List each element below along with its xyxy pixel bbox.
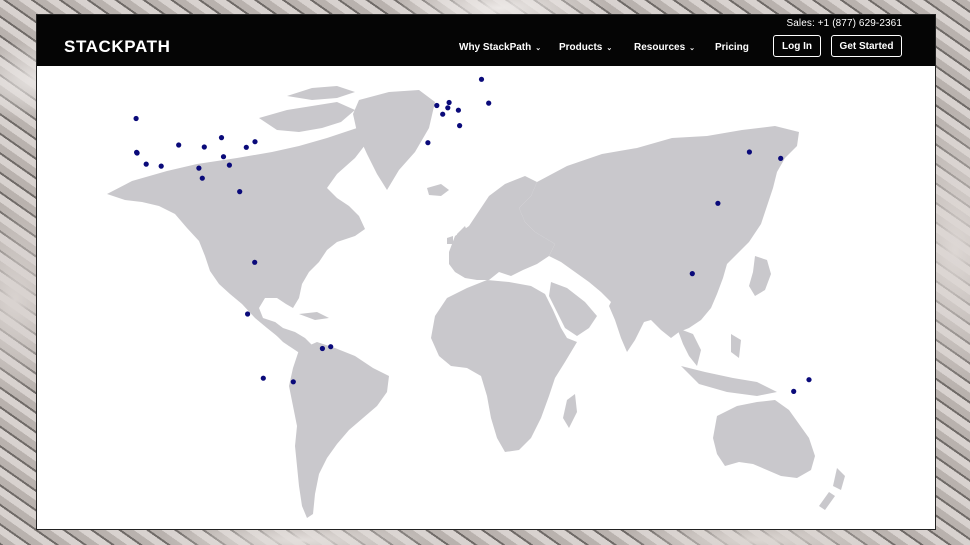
nav-label: Pricing xyxy=(715,42,749,53)
ireland xyxy=(447,236,453,244)
caribbean xyxy=(299,312,329,320)
australia xyxy=(713,400,815,478)
new-zealand xyxy=(833,468,845,490)
pop-marker-nashville[interactable] xyxy=(220,154,227,160)
login-button[interactable]: Log In xyxy=(773,35,821,57)
pop-marker-phoenix[interactable] xyxy=(158,163,164,169)
pop-marker-kansas-city[interactable] xyxy=(201,144,207,150)
pop-marker-miami[interactable] xyxy=(237,189,243,195)
pop-marker-stockholm[interactable] xyxy=(478,76,485,82)
pop-marker-new-york[interactable] xyxy=(252,139,258,145)
pop-marker-frankfurt[interactable] xyxy=(455,107,461,113)
pop-marker-sydney[interactable] xyxy=(806,377,812,383)
nav-resources[interactable]: Resources ⌄ xyxy=(634,42,695,53)
iceland xyxy=(427,184,449,196)
world-map xyxy=(37,66,935,529)
chevron-down-icon: ⌄ xyxy=(689,44,696,52)
nav-pricing[interactable]: Pricing xyxy=(715,42,749,53)
pop-marker-milan[interactable] xyxy=(457,123,463,129)
pop-marker-santiago[interactable] xyxy=(260,375,266,381)
pop-marker-denver[interactable] xyxy=(176,142,182,148)
philippines xyxy=(731,334,741,358)
top-navbar: Sales: +1 (877) 629-2361 STACKPATH Why S… xyxy=(37,15,935,66)
pop-marker-hong-kong[interactable] xyxy=(715,200,721,206)
greenland xyxy=(353,90,435,190)
pop-marker-paris[interactable] xyxy=(440,111,446,117)
sales-phone[interactable]: Sales: +1 (877) 629-2361 xyxy=(786,18,902,29)
pop-marker-brussels[interactable] xyxy=(445,105,451,111)
pop-marker-tokyo[interactable] xyxy=(778,155,784,161)
chevron-down-icon: ⌄ xyxy=(606,44,613,52)
pop-marker-london[interactable] xyxy=(434,102,440,109)
pop-marker-seoul[interactable] xyxy=(746,149,753,155)
nav-why-stackpath[interactable]: Why StackPath ⌄ xyxy=(459,42,541,53)
southeast-asia xyxy=(677,328,701,366)
pop-marker-dallas[interactable] xyxy=(196,165,202,171)
south-america xyxy=(289,342,389,518)
pop-marker-atlanta[interactable] xyxy=(226,162,232,168)
pop-marker-sao-paulo[interactable] xyxy=(319,345,325,352)
stackpath-logo[interactable]: STACKPATH xyxy=(64,37,170,57)
madagascar xyxy=(563,394,577,428)
get-started-button[interactable]: Get Started xyxy=(831,35,902,57)
pop-marker-rio-de-janeiro[interactable] xyxy=(328,344,334,350)
pop-marker-ashburn[interactable] xyxy=(243,144,249,150)
pop-marker-seattle[interactable] xyxy=(133,115,139,122)
indonesia xyxy=(681,366,777,396)
arctic-islands xyxy=(259,102,355,132)
pop-marker-amsterdam[interactable] xyxy=(446,99,452,106)
pop-marker-melbourne[interactable] xyxy=(791,388,797,394)
pop-marker-singapore[interactable] xyxy=(689,271,695,277)
pop-marker-buenos-aires[interactable] xyxy=(290,379,296,385)
pop-marker-bogota[interactable] xyxy=(252,259,258,265)
arctic-islands-2 xyxy=(287,86,355,100)
pop-marker-palo-alto[interactable] xyxy=(134,149,140,155)
japan xyxy=(749,256,771,296)
pop-marker-lima[interactable] xyxy=(245,311,251,317)
pop-marker-chicago[interactable] xyxy=(218,135,225,141)
nav-label: Products xyxy=(559,42,603,53)
world-map-svg xyxy=(107,76,845,518)
pop-marker-warsaw[interactable] xyxy=(486,100,492,106)
north-america xyxy=(107,128,372,350)
new-zealand-south xyxy=(819,492,835,510)
browser-frame: Sales: +1 (877) 629-2361 STACKPATH Why S… xyxy=(36,14,936,530)
nav-label: Resources xyxy=(634,42,686,53)
pop-marker-houston[interactable] xyxy=(199,175,205,181)
pop-marker-madrid[interactable] xyxy=(425,140,431,146)
chevron-down-icon: ⌄ xyxy=(535,44,542,52)
pop-marker-los-angeles[interactable] xyxy=(143,161,149,167)
nav-label: Why StackPath xyxy=(459,42,532,53)
nav-products[interactable]: Products ⌄ xyxy=(559,42,612,53)
